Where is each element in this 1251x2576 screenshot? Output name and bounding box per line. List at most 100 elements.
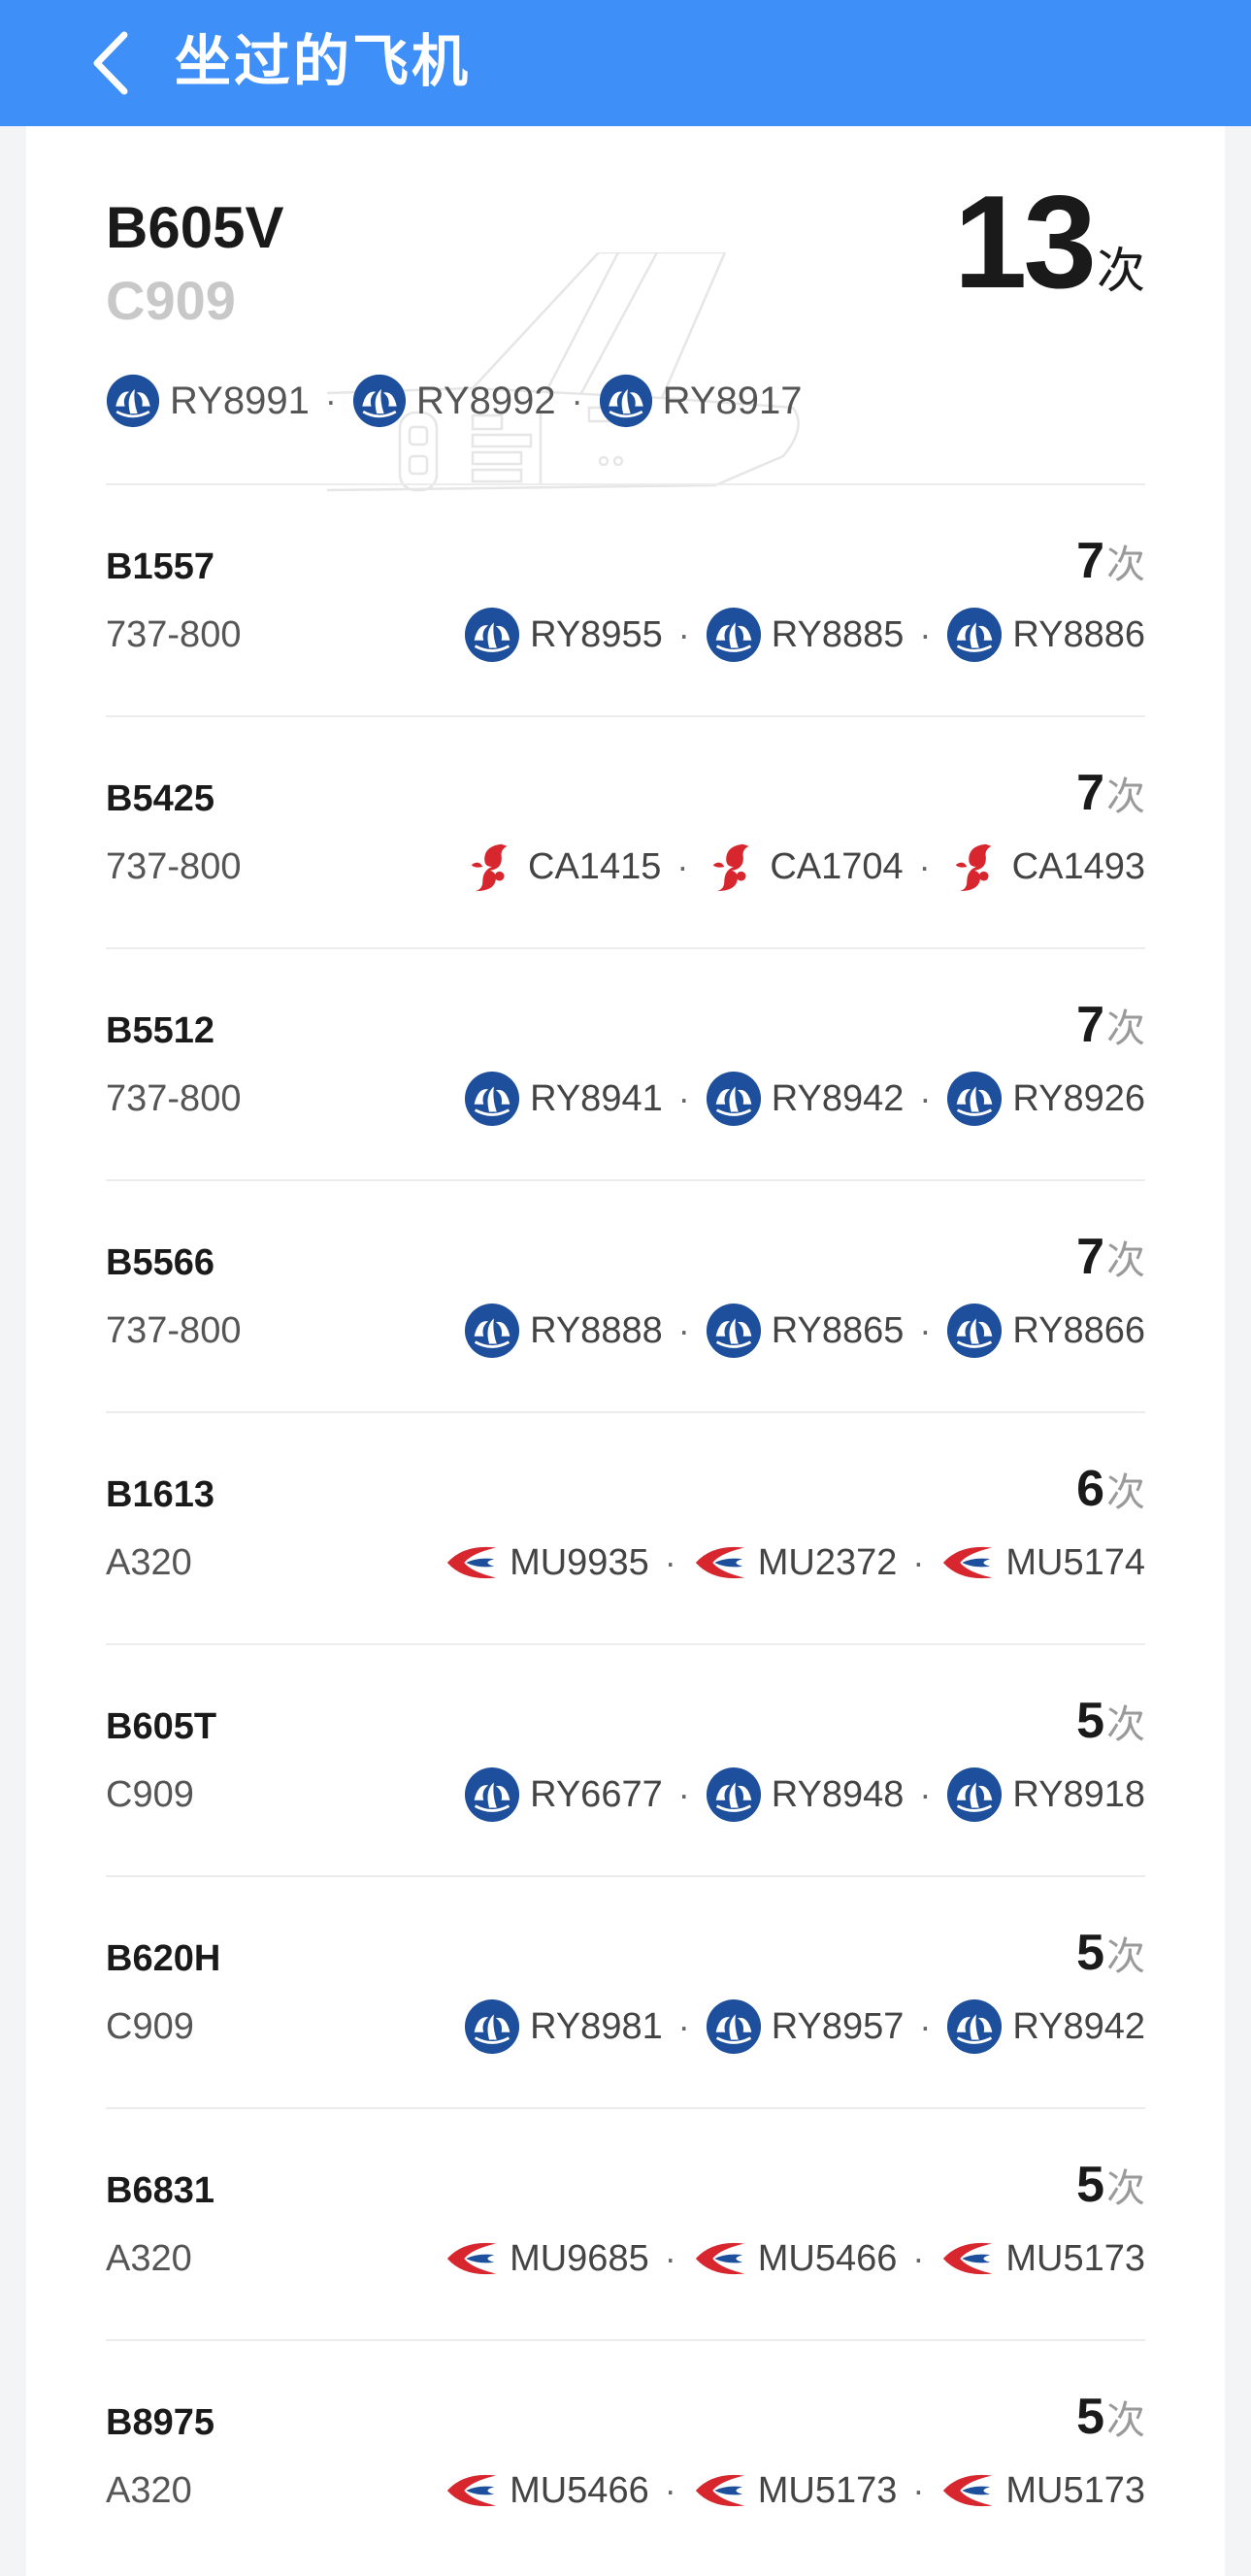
separator-dot: · bbox=[677, 1078, 690, 1118]
flight-number: CA1415 bbox=[528, 846, 662, 887]
flight-item[interactable]: CA1415 bbox=[462, 839, 661, 895]
separator-dot: · bbox=[919, 1078, 932, 1118]
aircraft-registration: B8975 bbox=[106, 2402, 214, 2443]
flight-item[interactable]: RY8981 bbox=[464, 1998, 663, 2055]
flight-item[interactable]: MU5173 bbox=[939, 2462, 1145, 2519]
aircraft-row[interactable]: B620H C909 5 次 RY8981 · RY8957 · RY8942 bbox=[106, 1875, 1145, 2108]
flight-item[interactable]: CA1704 bbox=[704, 839, 904, 895]
flight-item[interactable]: RY8866 bbox=[946, 1303, 1145, 1359]
airline-logo-icon bbox=[471, 843, 508, 892]
separator-dot: · bbox=[324, 380, 337, 420]
featured-aircraft[interactable]: B605V C909 13 次 RY8991 · RY8992 · RY8917 bbox=[26, 126, 1225, 483]
airline-logo-icon bbox=[947, 607, 1003, 663]
aircraft-row[interactable]: B6831 A320 5 次 MU9685 · MU5466 · MU5173 bbox=[106, 2107, 1145, 2340]
airline-logo-icon bbox=[352, 374, 406, 428]
flight-item[interactable]: RY8865 bbox=[706, 1303, 904, 1359]
separator-dot: · bbox=[664, 1542, 676, 1582]
airline-logo-icon bbox=[465, 607, 520, 663]
flight-item[interactable]: RY8917 bbox=[599, 374, 802, 428]
aircraft-row[interactable]: B1613 A320 6 次 MU9935 · MU2372 · MU5174 bbox=[106, 1411, 1145, 1644]
airline-logo-icon bbox=[947, 1071, 1003, 1127]
airline-logo-icon bbox=[695, 1546, 744, 1579]
flight-item[interactable]: RY8942 bbox=[706, 1071, 905, 1127]
flight-number: RY8866 bbox=[1012, 1310, 1145, 1351]
flight-item[interactable]: RY8955 bbox=[464, 607, 663, 663]
flight-list: CA1415 · CA1704 · CA1493 bbox=[462, 836, 1145, 898]
chengdu-airlines-logo-icon bbox=[464, 1998, 520, 2055]
flight-item[interactable]: MU5466 bbox=[692, 2230, 897, 2287]
chengdu-airlines-logo-icon bbox=[352, 374, 407, 428]
airline-logo-icon bbox=[465, 1303, 520, 1359]
flight-number: RY8942 bbox=[771, 1078, 905, 1119]
flight-item[interactable]: RY8888 bbox=[464, 1303, 663, 1359]
flight-item[interactable]: RY8926 bbox=[946, 1071, 1145, 1127]
flight-item[interactable]: MU9685 bbox=[444, 2230, 649, 2287]
flight-item[interactable]: MU5466 bbox=[444, 2462, 649, 2519]
flight-list: RY8991 · RY8992 · RY8917 bbox=[106, 371, 802, 431]
flight-count: 7次 bbox=[1076, 994, 1145, 1056]
flight-number: RY8942 bbox=[1012, 2006, 1145, 2047]
flight-item[interactable]: RY6677 bbox=[464, 1767, 663, 1823]
aircraft-row[interactable]: B1557 737-800 7 次 RY8955 · RY8885 · RY8886 bbox=[106, 483, 1145, 716]
flight-item[interactable]: RY8885 bbox=[706, 607, 904, 663]
flight-count: 6次 bbox=[1076, 1458, 1145, 1520]
separator-dot: · bbox=[571, 380, 583, 420]
separator-dot: · bbox=[919, 614, 932, 654]
flight-item[interactable]: RY8942 bbox=[946, 1998, 1145, 2055]
airline-logo-icon bbox=[706, 1998, 761, 2055]
count-unit: 次 bbox=[1106, 1934, 1145, 1979]
flight-list: MU5466 · MU5173 · MU5173 bbox=[444, 2460, 1145, 2522]
aircraft-row[interactable]: B5425 737-800 7 次 CA1415 · CA1704 · CA1493 bbox=[106, 715, 1145, 948]
count-unit: 次 bbox=[1097, 243, 1145, 299]
flight-item[interactable]: MU5173 bbox=[939, 2230, 1145, 2287]
flight-number: MU2372 bbox=[757, 1542, 898, 1583]
back-button[interactable] bbox=[68, 19, 155, 107]
flight-item[interactable]: MU2372 bbox=[692, 1535, 898, 1591]
aircraft-row[interactable]: B8975 A320 5 次 MU5466 · MU5173 · MU5173 bbox=[106, 2339, 1145, 2572]
airline-logo-icon bbox=[943, 2474, 993, 2507]
count-number: 5 bbox=[1076, 1925, 1104, 1981]
flight-item[interactable]: RY8948 bbox=[706, 1767, 904, 1823]
flight-item[interactable]: RY8918 bbox=[946, 1767, 1145, 1823]
airline-logo-icon bbox=[599, 374, 652, 428]
flight-item[interactable]: RY8992 bbox=[352, 374, 556, 428]
air-china-logo-icon bbox=[946, 839, 1003, 895]
aircraft-row[interactable]: B605T C909 5 次 RY6677 · RY8948 · RY8918 bbox=[106, 1643, 1145, 1876]
separator-dot: · bbox=[918, 846, 931, 886]
aircraft-row[interactable]: B5512 737-800 7 次 RY8941 · RY8942 · RY8926 bbox=[106, 947, 1145, 1180]
aircraft-type: A320 bbox=[106, 2470, 192, 2511]
flight-number: RY8992 bbox=[415, 380, 556, 422]
chengdu-airlines-logo-icon bbox=[464, 607, 520, 663]
china-eastern-logo-icon bbox=[444, 2230, 500, 2287]
airline-logo-icon bbox=[446, 1546, 497, 1579]
separator-dot: · bbox=[919, 2006, 932, 2046]
china-eastern-logo-icon bbox=[692, 1535, 748, 1591]
flight-number: MU9935 bbox=[510, 1542, 649, 1583]
aircraft-row[interactable]: B5566 737-800 7 次 RY8888 · RY8865 · RY8866 bbox=[106, 1179, 1145, 1412]
flight-item[interactable]: MU5173 bbox=[692, 2462, 897, 2519]
flight-item[interactable]: CA1493 bbox=[946, 839, 1145, 895]
airline-logo-icon bbox=[706, 1767, 761, 1823]
flight-item[interactable]: RY8991 bbox=[106, 374, 310, 428]
flight-number: RY8957 bbox=[771, 2006, 905, 2047]
flight-number: RY8991 bbox=[170, 380, 310, 422]
separator-dot: · bbox=[912, 2470, 925, 2510]
separator-dot: · bbox=[677, 1310, 690, 1350]
flight-item[interactable]: RY8886 bbox=[946, 607, 1145, 663]
airline-logo-icon bbox=[465, 1767, 520, 1823]
aircraft-type: 737-800 bbox=[106, 1310, 242, 1351]
airline-logo-icon bbox=[943, 2242, 993, 2275]
count-unit: 次 bbox=[1106, 1470, 1145, 1515]
airline-logo-icon bbox=[955, 843, 992, 892]
airline-logo-icon bbox=[947, 1998, 1003, 2055]
chengdu-airlines-logo-icon bbox=[464, 1303, 520, 1359]
china-eastern-logo-icon bbox=[939, 2462, 996, 2519]
flight-item[interactable]: MU9935 bbox=[444, 1535, 649, 1591]
chengdu-airlines-logo-icon bbox=[106, 374, 160, 428]
airline-logo-icon bbox=[106, 374, 160, 428]
flight-count: 13 次 bbox=[954, 169, 1145, 314]
flight-item[interactable]: RY8957 bbox=[706, 1998, 905, 2055]
flight-item[interactable]: MU5174 bbox=[939, 1535, 1145, 1591]
chengdu-airlines-logo-icon bbox=[946, 1303, 1003, 1359]
flight-item[interactable]: RY8941 bbox=[464, 1071, 663, 1127]
